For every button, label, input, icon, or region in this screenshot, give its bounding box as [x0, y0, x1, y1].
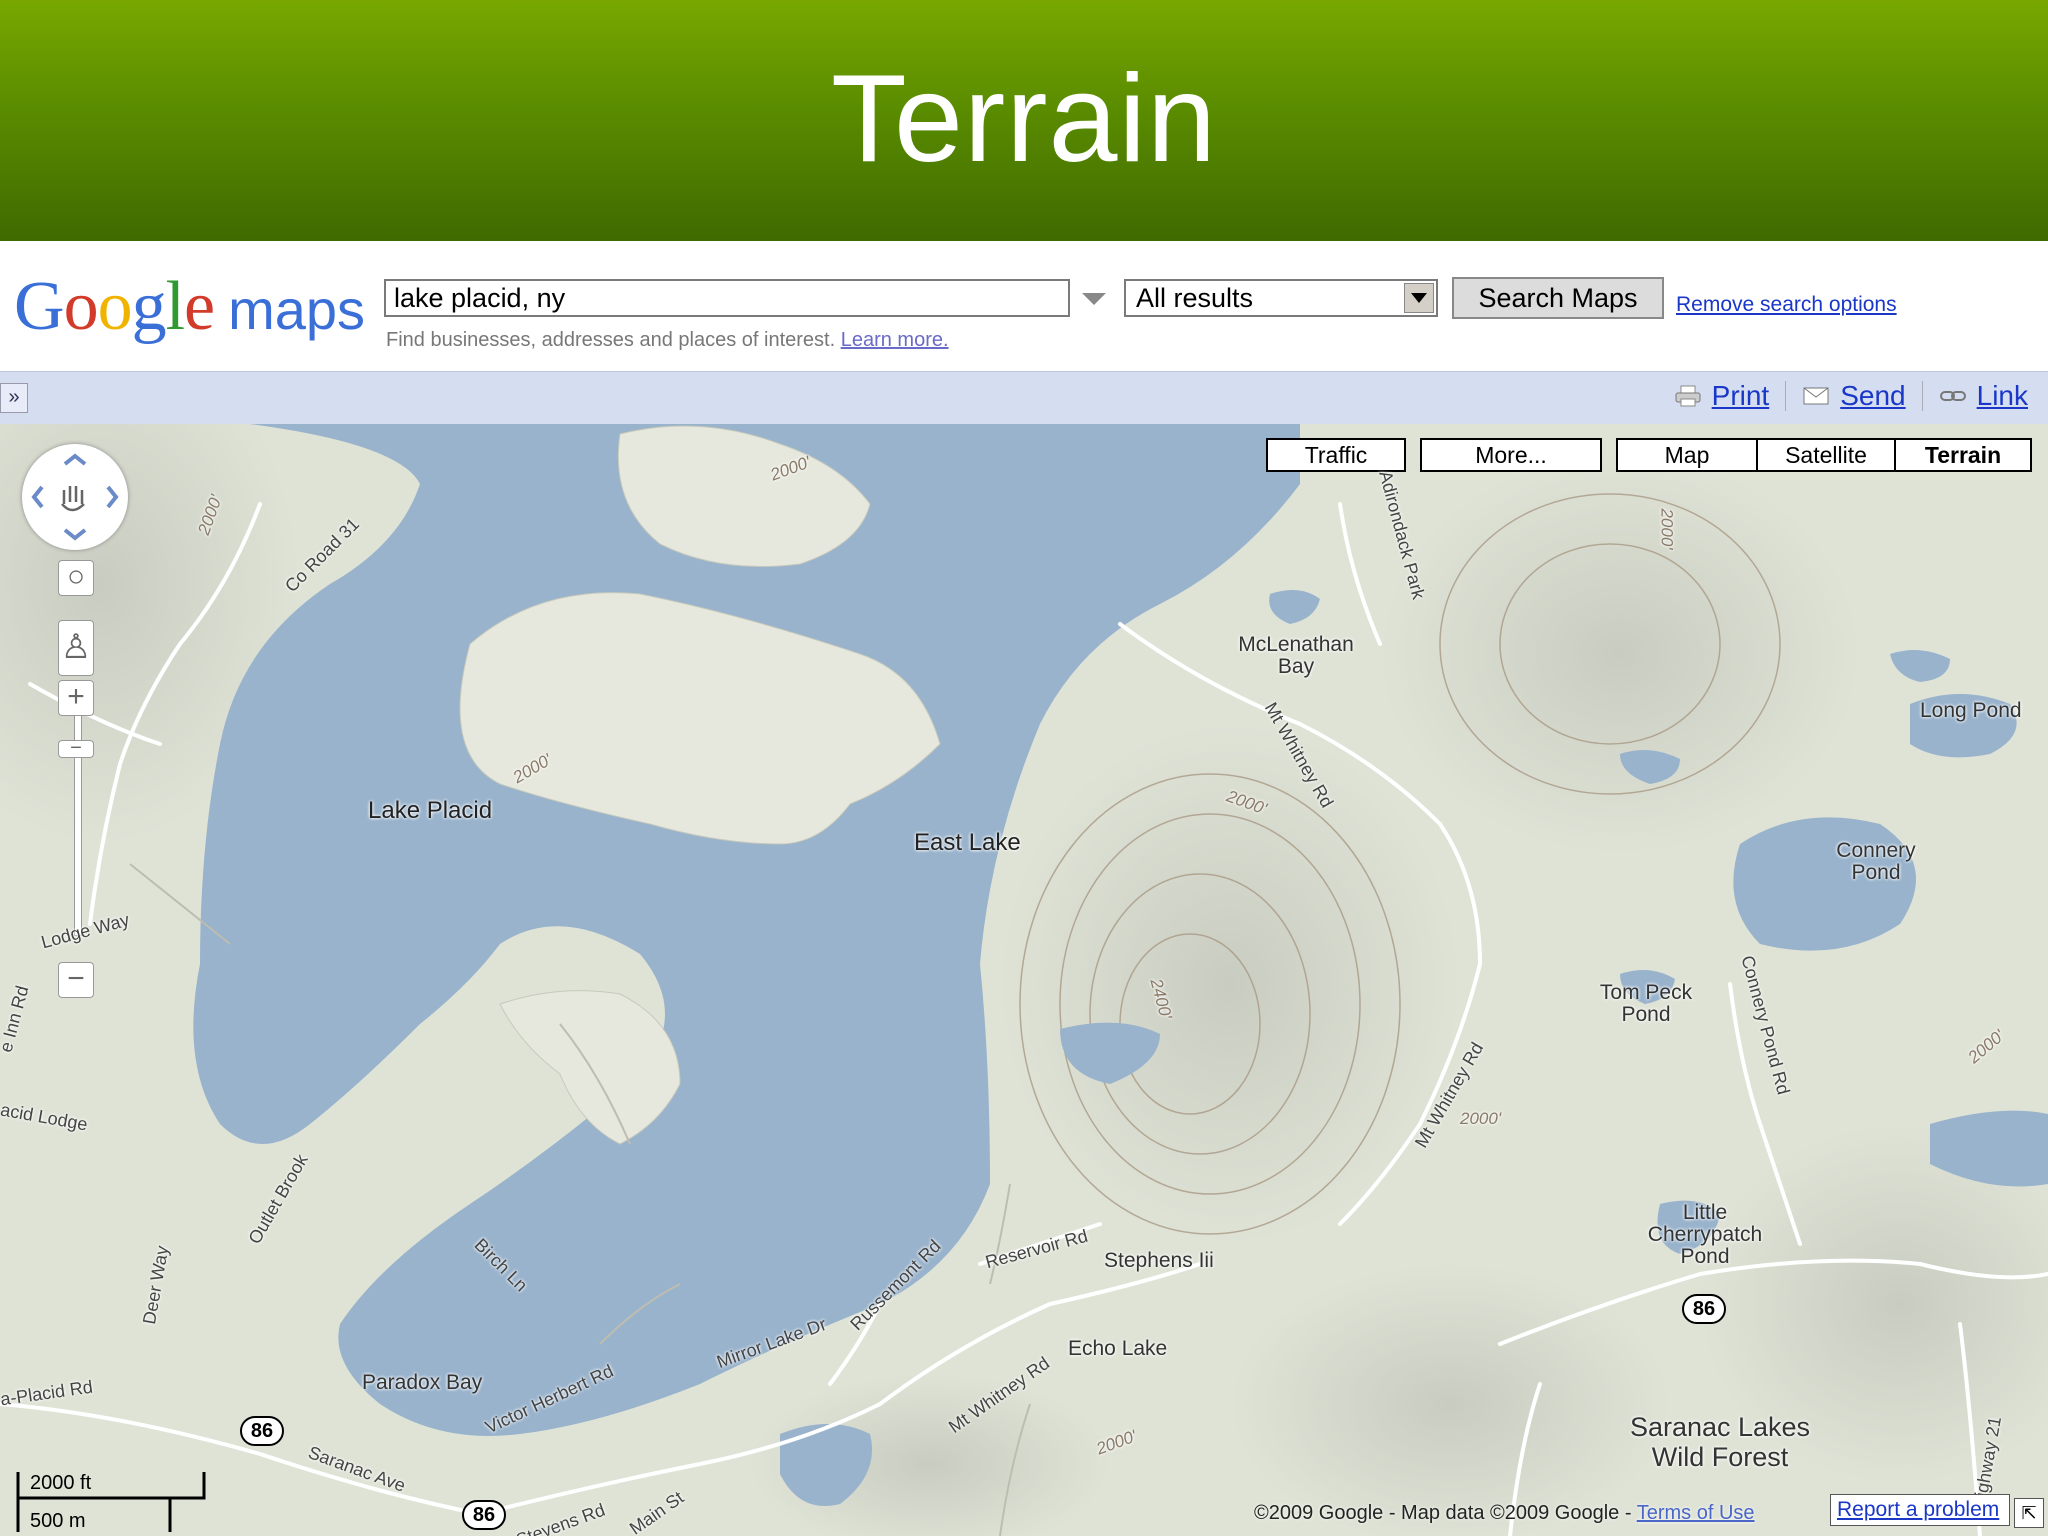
- contour-label-2000: 2000': [1657, 508, 1677, 550]
- remove-search-options-link[interactable]: Remove search options: [1676, 293, 1897, 317]
- chevron-down-icon[interactable]: [1404, 283, 1434, 313]
- map-label-little-cherrypatch-pond: Little Cherrypatch Pond: [1647, 1201, 1763, 1268]
- terrain-map[interactable]: Traffic More... Map Satellite Terrain ○ …: [0, 424, 2048, 1536]
- map-type-traffic-button[interactable]: Traffic: [1266, 438, 1406, 472]
- search-bar: Google maps All results Search Maps Remo…: [0, 241, 2048, 371]
- search-history-dropdown-icon[interactable]: [1082, 293, 1106, 305]
- search-hint-text: Find businesses, addresses and places of…: [386, 329, 836, 351]
- map-scale: 2000 ft 500 m: [14, 1466, 214, 1536]
- map-label-east-lake: East Lake: [914, 829, 1021, 856]
- pan-arrows-icon[interactable]: [22, 444, 128, 550]
- search-maps-button[interactable]: Search Maps: [1452, 277, 1664, 319]
- map-label-saranac-lakes: Saranac Lakes Wild Forest: [1629, 1412, 1811, 1472]
- slide-title: Terrain: [830, 49, 1218, 188]
- toolbar-divider: [1921, 381, 1923, 411]
- map-label-tom-peck-pond: Tom Peck Pond: [1599, 981, 1693, 1026]
- zoom-out-button[interactable]: −: [58, 962, 94, 998]
- learn-more-link[interactable]: Learn more.: [841, 329, 949, 351]
- street-view-pegman-icon[interactable]: ♙: [58, 620, 94, 676]
- printer-icon: [1675, 385, 1701, 407]
- map-label-echo-lake: Echo Lake: [1068, 1337, 1168, 1360]
- route-86-shield: 86: [1682, 1294, 1726, 1324]
- map-type-satellite-button[interactable]: Satellite: [1756, 438, 1896, 472]
- map-label-connery-pond: Connery Pond: [1836, 839, 1916, 884]
- logo-maps-text: maps: [228, 278, 366, 341]
- overview-map-toggle-icon[interactable]: ⇱: [2014, 1498, 2044, 1528]
- results-filter-select[interactable]: All results: [1124, 279, 1438, 317]
- results-filter-value: All results: [1136, 283, 1254, 313]
- terms-of-use-link[interactable]: Terms of Use: [1637, 1502, 1755, 1524]
- envelope-icon: [1803, 387, 1829, 405]
- slide-header: Terrain: [0, 0, 2048, 241]
- return-to-center-button[interactable]: ○: [58, 560, 94, 596]
- map-copyright: ©2009 Google - Map data ©2009 Google - T…: [1254, 1502, 1755, 1525]
- zoom-in-button[interactable]: +: [58, 680, 94, 716]
- map-label-mclenathan-bay: McLenathan Bay: [1238, 633, 1354, 678]
- map-label-long-pond: Long Pond: [1920, 699, 2022, 722]
- report-problem-link[interactable]: Report a problem: [1830, 1494, 2010, 1526]
- link-link[interactable]: Link: [1977, 380, 2028, 412]
- chain-link-icon: [1939, 391, 1966, 401]
- google-maps-logo[interactable]: Google maps: [14, 267, 365, 347]
- toolbar-links: Print Send Link: [1674, 380, 2028, 412]
- zoom-slider-handle[interactable]: −: [58, 738, 94, 758]
- pan-control[interactable]: [22, 444, 128, 550]
- search-hint: Find businesses, addresses and places of…: [386, 329, 949, 352]
- map-toolbar: » Print Send Link: [0, 371, 2048, 425]
- copyright-text: ©2009 Google - Map data ©2009 Google -: [1254, 1502, 1632, 1524]
- scale-meters: 500 m: [30, 1510, 86, 1532]
- map-type-map-button[interactable]: Map: [1616, 438, 1758, 472]
- map-label-stephens-lii: Stephens Iii: [1104, 1249, 1214, 1272]
- contour-label-2000: 2000': [1460, 1109, 1502, 1128]
- expand-panel-button[interactable]: »: [0, 383, 28, 413]
- search-input[interactable]: [384, 279, 1070, 317]
- map-label-paradox-bay: Paradox Bay: [362, 1371, 483, 1394]
- toolbar-divider: [1785, 381, 1787, 411]
- map-label-lake-placid: Lake Placid: [368, 797, 493, 824]
- map-type-more-button[interactable]: More...: [1420, 438, 1602, 472]
- route-86-shield: 86: [240, 1416, 284, 1446]
- print-link[interactable]: Print: [1712, 380, 1770, 412]
- send-link[interactable]: Send: [1840, 380, 1905, 412]
- route-86-shield: 86: [462, 1500, 506, 1530]
- scale-feet: 2000 ft: [30, 1472, 92, 1494]
- map-type-terrain-button[interactable]: Terrain: [1894, 438, 2032, 472]
- logo-google-text: Google: [14, 268, 215, 345]
